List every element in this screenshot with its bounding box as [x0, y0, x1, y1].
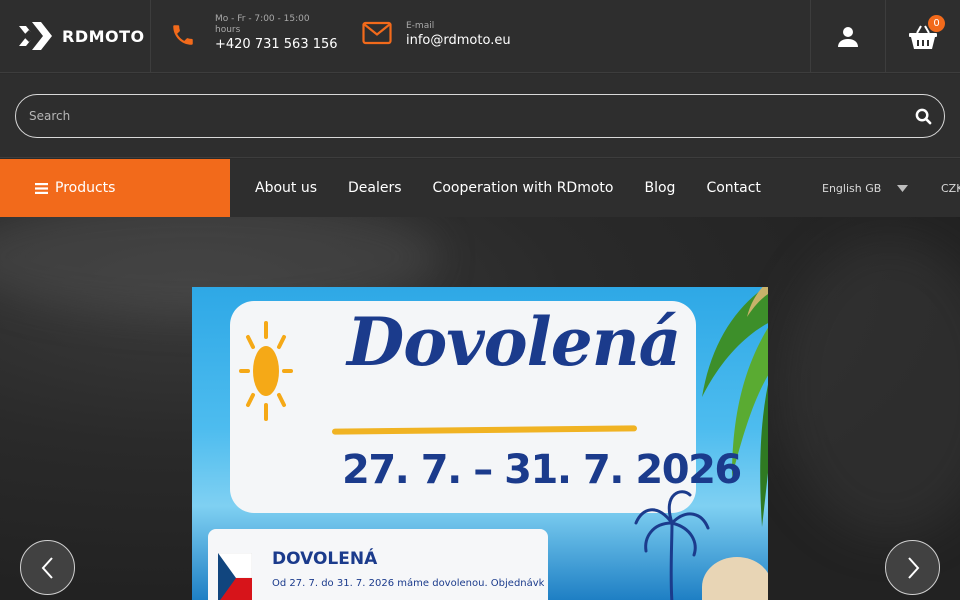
- palm-tree-icon: [634, 490, 710, 600]
- phone-contact[interactable]: Mo - Fr - 7:00 - 15:00 hours +420 731 56…: [170, 14, 338, 52]
- search-input[interactable]: [29, 95, 889, 137]
- main-navigation: Products About us Dealers Cooperation wi…: [0, 159, 960, 217]
- hero-slider: Dovolená 27. 7. – 31. 7. 2026 DOVOLENÁ O…: [0, 217, 960, 600]
- phone-icon: [173, 25, 193, 45]
- chevron-left-icon: [41, 556, 53, 579]
- nav-link-contact[interactable]: Contact: [706, 180, 760, 196]
- holiday-banner[interactable]: Dovolená 27. 7. – 31. 7. 2026 DOVOLENÁ O…: [192, 287, 768, 600]
- cart-button[interactable]: [886, 0, 960, 73]
- info-title: DOVOLENÁ: [272, 549, 378, 569]
- nav-link-blog[interactable]: Blog: [644, 180, 675, 196]
- products-label: Products: [55, 180, 116, 196]
- search-bar: [0, 74, 960, 158]
- nav-link-dealers[interactable]: Dealers: [348, 180, 402, 196]
- slider-next-button[interactable]: [885, 540, 940, 595]
- info-text: Od 27. 7. do 31. 7. 2026 máme dovolenou.…: [272, 578, 544, 589]
- cart-count-badge: 0: [928, 15, 945, 32]
- top-header: RDMOTO Mo - Fr - 7:00 - 15:00 hours +420…: [0, 0, 960, 73]
- search-box: [15, 94, 945, 138]
- email-contact[interactable]: E-mail info@rdmoto.eu: [362, 21, 511, 48]
- czech-flag-icon: [218, 553, 252, 600]
- logo-mark-icon: [19, 22, 52, 50]
- sun-icon: [239, 321, 293, 421]
- currency-selector[interactable]: CZK: [941, 159, 960, 217]
- logo-text: RDMOTO: [62, 26, 145, 46]
- envelope-icon: [362, 21, 392, 45]
- slider-prev-button[interactable]: [20, 540, 75, 595]
- email-label: E-mail: [406, 21, 435, 31]
- email-address[interactable]: info@rdmoto.eu: [406, 33, 511, 48]
- nav-links: About us Dealers Cooperation with RDmoto…: [255, 159, 792, 217]
- hero-background: [780, 237, 960, 537]
- phone-hours: Mo - Fr - 7:00 - 15:00 hours: [215, 14, 310, 35]
- header-divider: [150, 0, 151, 73]
- chevron-down-icon: [897, 184, 909, 192]
- search-icon[interactable]: [915, 108, 932, 125]
- logo[interactable]: RDMOTO: [19, 22, 145, 50]
- phone-number[interactable]: +420 731 563 156: [215, 37, 338, 52]
- banner-info-card: DOVOLENÁ Od 27. 7. do 31. 7. 2026 máme d…: [208, 529, 548, 600]
- banner-title: Dovolená: [347, 303, 681, 381]
- language-selector[interactable]: English GB: [822, 159, 909, 217]
- user-icon: [838, 26, 858, 47]
- hamburger-icon: [35, 182, 48, 194]
- nav-link-cooperation[interactable]: Cooperation with RDmoto: [433, 180, 614, 196]
- products-menu-button[interactable]: Products: [0, 159, 230, 217]
- nav-link-about[interactable]: About us: [255, 180, 317, 196]
- chevron-right-icon: [907, 556, 919, 579]
- language-label: English GB: [822, 181, 882, 195]
- user-account-button[interactable]: [811, 0, 885, 73]
